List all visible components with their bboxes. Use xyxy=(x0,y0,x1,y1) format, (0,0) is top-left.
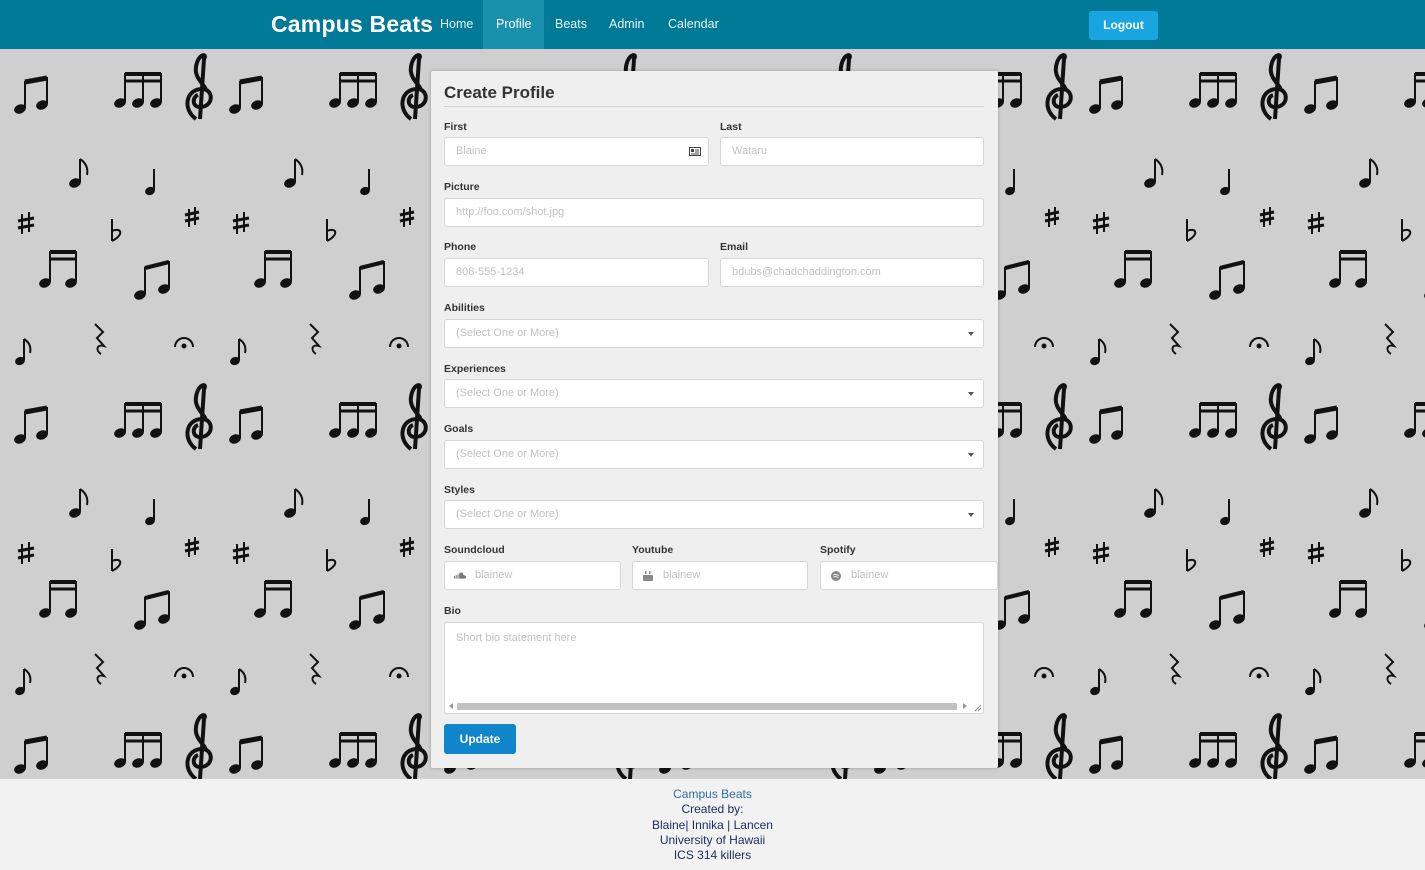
nav-item-admin[interactable]: Admin xyxy=(596,0,657,49)
phone-placeholder: 808-555-1234 xyxy=(456,266,525,278)
styles-select[interactable]: (Select One or More) xyxy=(444,500,984,529)
last-label: Last xyxy=(720,121,742,133)
navbar-brand[interactable]: Campus Beats xyxy=(271,11,433,38)
phone-label: Phone xyxy=(444,241,477,253)
nav-item-home[interactable]: Home xyxy=(427,0,486,49)
horizontal-scrollbar[interactable] xyxy=(447,701,969,711)
picture-url-placeholder: http://foo.com/shot.jpg xyxy=(456,206,565,218)
title-divider xyxy=(444,106,984,107)
experiences-placeholder: (Select One or More) xyxy=(456,387,559,399)
chevron-down-icon xyxy=(968,332,974,336)
experiences-label: Experiences xyxy=(444,363,506,375)
email-input[interactable]: bdubs@chadchaddington.com xyxy=(720,258,984,287)
abilities-placeholder: (Select One or More) xyxy=(456,327,559,339)
spotify-placeholder: blainew xyxy=(851,569,889,581)
youtube-placeholder: blainew xyxy=(663,569,701,581)
soundcloud-placeholder: blainew xyxy=(475,569,513,581)
footer-university: University of Hawaii xyxy=(659,832,766,847)
youtube-label: Youtube xyxy=(632,544,674,556)
first-name-placeholder: Blaine xyxy=(456,145,487,157)
footer: Campus Beats Created by: Blaine| Innika … xyxy=(0,779,1425,870)
bio-textarea[interactable]: Short bio statement here xyxy=(444,622,984,714)
styles-placeholder: (Select One or More) xyxy=(456,508,559,520)
spotify-icon xyxy=(831,571,841,581)
bio-placeholder: Short bio statement here xyxy=(456,632,577,644)
styles-label: Styles xyxy=(444,484,475,496)
last-name-placeholder: Wataru xyxy=(732,145,768,157)
chevron-down-icon xyxy=(968,453,974,457)
chevron-down-icon xyxy=(968,392,974,396)
contact-card-icon xyxy=(689,147,701,156)
spotify-input[interactable]: blainew xyxy=(820,561,998,590)
soundcloud-label: Soundcloud xyxy=(444,544,505,556)
picture-label: Picture xyxy=(444,181,480,193)
bio-label: Bio xyxy=(444,605,461,617)
form-title: Create Profile xyxy=(444,83,555,102)
first-name-input[interactable]: Blaine xyxy=(444,137,709,166)
abilities-select[interactable]: (Select One or More) xyxy=(444,319,984,348)
abilities-label: Abilities xyxy=(444,302,485,314)
goals-select[interactable]: (Select One or More) xyxy=(444,440,984,469)
soundcloud-input[interactable]: blainew xyxy=(444,561,621,590)
spotify-label: Spotify xyxy=(820,544,856,556)
footer-authors: Blaine| Innika | Lancen xyxy=(652,817,773,832)
nav-item-profile[interactable]: Profile xyxy=(483,0,545,49)
goals-placeholder: (Select One or More) xyxy=(456,448,559,460)
last-name-input[interactable]: Wataru xyxy=(720,137,984,166)
youtube-icon xyxy=(643,571,653,581)
footer-course: ICS 314 killers xyxy=(673,848,752,863)
first-label: First xyxy=(444,121,467,133)
create-profile-form: Create Profile First Blaine Last Wataru … xyxy=(431,71,998,768)
soundcloud-icon xyxy=(454,572,466,579)
footer-brand: Campus Beats xyxy=(673,787,752,801)
email-label: Email xyxy=(720,241,749,253)
scroll-right-icon[interactable] xyxy=(963,703,967,709)
experiences-select[interactable]: (Select One or More) xyxy=(444,379,984,408)
goals-label: Goals xyxy=(444,423,474,435)
logout-button[interactable]: Logout xyxy=(1089,11,1158,40)
chevron-down-icon xyxy=(968,513,974,517)
picture-url-input[interactable]: http://foo.com/shot.jpg xyxy=(444,198,984,227)
scrollbar-thumb[interactable] xyxy=(457,703,957,710)
email-placeholder: bdubs@chadchaddington.com xyxy=(732,266,881,278)
resize-handle-icon[interactable] xyxy=(972,702,982,712)
youtube-input[interactable]: blainew xyxy=(632,561,808,590)
navbar: Campus Beats Home Profile Beats Admin Ca… xyxy=(0,0,1425,49)
nav-item-beats[interactable]: Beats xyxy=(542,0,600,49)
update-button[interactable]: Update xyxy=(444,724,516,754)
scroll-left-icon[interactable] xyxy=(449,703,453,709)
nav-item-calendar[interactable]: Calendar xyxy=(655,0,732,49)
phone-input[interactable]: 808-555-1234 xyxy=(444,258,709,287)
footer-created-by: Created by: xyxy=(681,802,744,817)
